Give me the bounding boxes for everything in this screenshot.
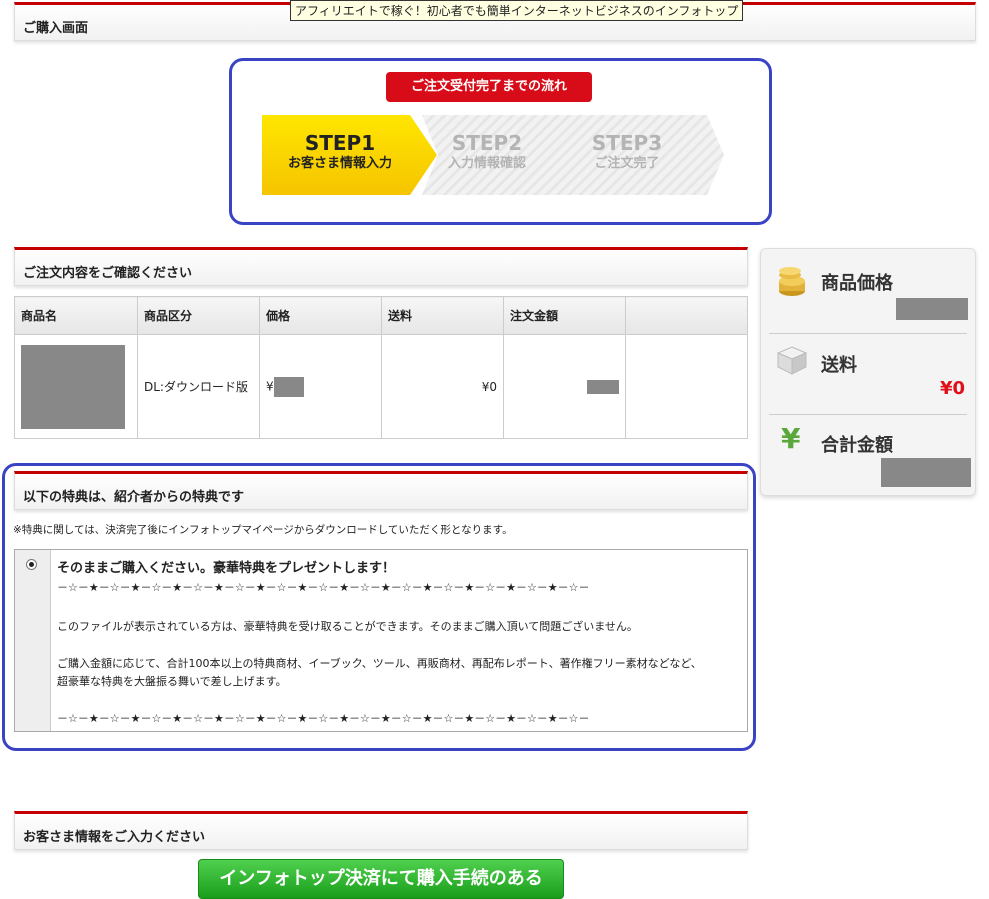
order-table: 商品名 商品区分 価格 送料 注文金額 DL:ダウンロード版 ¥ ¥0 bbox=[14, 296, 748, 439]
summary-divider-1 bbox=[769, 333, 967, 334]
step-2-label: STEP2 bbox=[451, 131, 523, 155]
step-3-desc: ご注文完了 bbox=[594, 156, 660, 171]
benefit-option: そのままご購入ください。豪華特典をプレゼントします！ －☆－★－☆－★－☆－★－… bbox=[14, 549, 748, 732]
order-table-header: 商品名 商品区分 価格 送料 注文金額 bbox=[14, 296, 748, 335]
th-shipping: 送料 bbox=[381, 296, 504, 335]
redacted-product-name bbox=[21, 344, 125, 429]
customer-section-bar: お客さま情報をご入力ください bbox=[14, 811, 748, 850]
th-price: 価格 bbox=[259, 296, 382, 335]
td-price: ¥ bbox=[259, 334, 382, 439]
summary-divider-2 bbox=[769, 414, 967, 415]
page-title: ご購入画面 bbox=[23, 21, 89, 36]
td-category: DL:ダウンロード版 bbox=[137, 334, 260, 439]
summary-product-price-label: 商品価格 bbox=[821, 273, 893, 294]
benefit-radio-column bbox=[15, 550, 51, 731]
benefit-section-title: 以下の特典は、紹介者からの特典です bbox=[23, 490, 245, 505]
summary-shipping-label: 送料 bbox=[821, 355, 857, 376]
order-section-title: ご注文内容をご確認ください bbox=[23, 266, 193, 281]
step-2-desc: 入力情報確認 bbox=[447, 156, 526, 171]
box-icon bbox=[776, 346, 808, 375]
coins-icon bbox=[779, 267, 805, 296]
benefit-separator-top: －☆－★－☆－★－☆－★－☆－★－☆－★－☆－★－☆－★－☆－★－☆－★－☆－★… bbox=[57, 581, 590, 594]
benefit-title: そのままご購入ください。豪華特典をプレゼントします！ bbox=[57, 561, 396, 576]
table-row: DL:ダウンロード版 ¥ ¥0 bbox=[14, 334, 748, 439]
step-3-label: STEP3 bbox=[591, 131, 663, 155]
redacted-order-amount bbox=[587, 379, 619, 394]
th-order-amount: 注文金額 bbox=[503, 296, 626, 335]
summary-total-label: 合計金額 bbox=[821, 435, 893, 456]
step-1-label: STEP1 bbox=[304, 131, 376, 155]
benefit-note: ※特典に関しては、決済完了後にインフォトップマイページからダウンロードしていただ… bbox=[13, 524, 513, 536]
order-summary-panel: 商品価格 送料 ¥0 ¥ 合計金額 bbox=[760, 248, 976, 496]
td-order-amount bbox=[503, 334, 626, 439]
price-prefix: ¥ bbox=[266, 379, 274, 393]
th-category: 商品区分 bbox=[137, 296, 260, 335]
td-blank bbox=[625, 334, 748, 439]
th-product-name: 商品名 bbox=[14, 296, 138, 335]
benefit-line-2: ご購入金額に応じて、合計100本以上の特典商材、イーブック、ツール、再販商材、再… bbox=[57, 657, 702, 670]
redacted-total bbox=[881, 458, 971, 487]
step-1-desc: お客さま情報入力 bbox=[287, 156, 392, 171]
benefit-separator-bottom: －☆－★－☆－★－☆－★－☆－★－☆－★－☆－★－☆－★－☆－★－☆－★－☆－★… bbox=[57, 712, 590, 725]
yen-icon: ¥ bbox=[781, 422, 801, 455]
td-product-name bbox=[14, 334, 138, 439]
redacted-price bbox=[273, 376, 304, 397]
redacted-product-price bbox=[896, 298, 968, 320]
flow-title: ご注文受付完了までの流れ bbox=[386, 72, 592, 102]
step-3: STEP3 ご注文完了 bbox=[560, 131, 694, 173]
benefit-section-bar: 以下の特典は、紹介者からの特典です bbox=[14, 471, 748, 510]
summary-shipping-value: ¥0 bbox=[939, 378, 965, 399]
order-section-bar: ご注文内容をご確認ください bbox=[14, 247, 748, 286]
browser-tooltip: アフィリエイトで稼ぐ！初心者でも簡単インターネットビジネスのインフォトップ bbox=[290, 0, 744, 21]
td-shipping: ¥0 bbox=[381, 334, 504, 439]
step-2: STEP2 入力情報確認 bbox=[420, 131, 554, 173]
benefit-radio[interactable] bbox=[26, 559, 37, 570]
submit-button[interactable]: インフォトップ決済にて購入手続のある bbox=[198, 859, 564, 899]
th-blank bbox=[625, 296, 748, 335]
benefit-line-3: 超豪華な特典を大盤振る舞いで差し上げます。 bbox=[57, 675, 287, 688]
customer-section-title: お客さま情報をご入力ください bbox=[23, 830, 206, 845]
step-1: STEP1 お客さま情報入力 bbox=[270, 131, 410, 173]
benefit-line-1: このファイルが表示されている方は、豪華特典を受け取ることができます。そのままご購… bbox=[57, 620, 638, 633]
